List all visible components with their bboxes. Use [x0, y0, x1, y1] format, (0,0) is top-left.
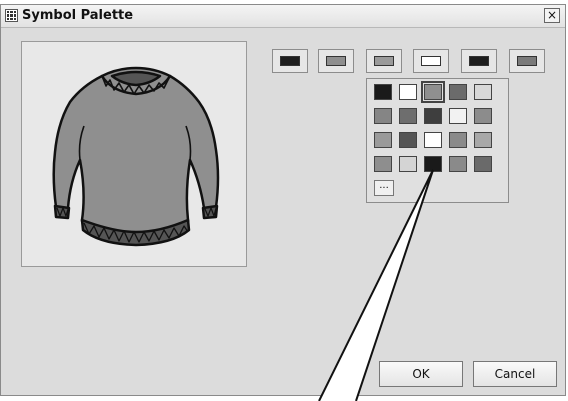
color-button-2[interactable] — [318, 49, 354, 73]
palette-swatch-r1-c2[interactable] — [399, 84, 417, 100]
symbol-preview — [21, 41, 247, 267]
palette-swatch-r2-c1[interactable] — [374, 108, 392, 124]
palette-swatch-r2-c5[interactable] — [474, 108, 492, 124]
palette-swatch-r2-c4[interactable] — [449, 108, 467, 124]
sweater-icon — [52, 66, 220, 247]
palette-swatch-r3-c1[interactable] — [374, 132, 392, 148]
color-button-3-swatch — [374, 56, 394, 66]
palette-swatch-r4-c3[interactable] — [424, 156, 442, 172]
color-button-6[interactable] — [509, 49, 545, 73]
palette-swatch-r3-c2[interactable] — [399, 132, 417, 148]
title-bar: Symbol Palette × — [1, 5, 565, 28]
more-colors-button[interactable]: ... — [374, 180, 394, 196]
palette-swatch-r3-c3[interactable] — [424, 132, 442, 148]
color-button-1-swatch — [280, 56, 300, 66]
color-button-5-swatch — [469, 56, 489, 66]
palette-swatch-r2-c2[interactable] — [399, 108, 417, 124]
ok-button[interactable]: OK — [379, 361, 463, 387]
color-palette-dropdown: ... — [366, 78, 509, 203]
symbol-palette-dialog: Symbol Palette × ... OK Cancel — [0, 4, 566, 396]
palette-swatch-r4-c1[interactable] — [374, 156, 392, 172]
close-icon[interactable]: × — [544, 8, 560, 23]
palette-swatch-r1-c1[interactable] — [374, 84, 392, 100]
cancel-button[interactable]: Cancel — [473, 361, 557, 387]
color-button-4-swatch — [421, 56, 441, 66]
palette-swatch-r3-c4[interactable] — [449, 132, 467, 148]
color-button-2-swatch — [326, 56, 346, 66]
palette-swatch-r1-c3[interactable] — [421, 81, 445, 103]
color-button-6-swatch — [517, 56, 537, 66]
window-title: Symbol Palette — [22, 8, 134, 23]
palette-swatch-r4-c4[interactable] — [449, 156, 467, 172]
color-button-4[interactable] — [413, 49, 449, 73]
palette-swatch-r2-c3[interactable] — [424, 108, 442, 124]
palette-swatch-r4-c5[interactable] — [474, 156, 492, 172]
color-button-1[interactable] — [272, 49, 308, 73]
palette-swatch-r1-c4[interactable] — [449, 84, 467, 100]
palette-swatch-r4-c2[interactable] — [399, 156, 417, 172]
color-button-3[interactable] — [366, 49, 402, 73]
grid-icon — [5, 9, 18, 22]
palette-swatch-r3-c5[interactable] — [474, 132, 492, 148]
palette-swatch-r1-c5[interactable] — [474, 84, 492, 100]
color-button-5[interactable] — [461, 49, 497, 73]
